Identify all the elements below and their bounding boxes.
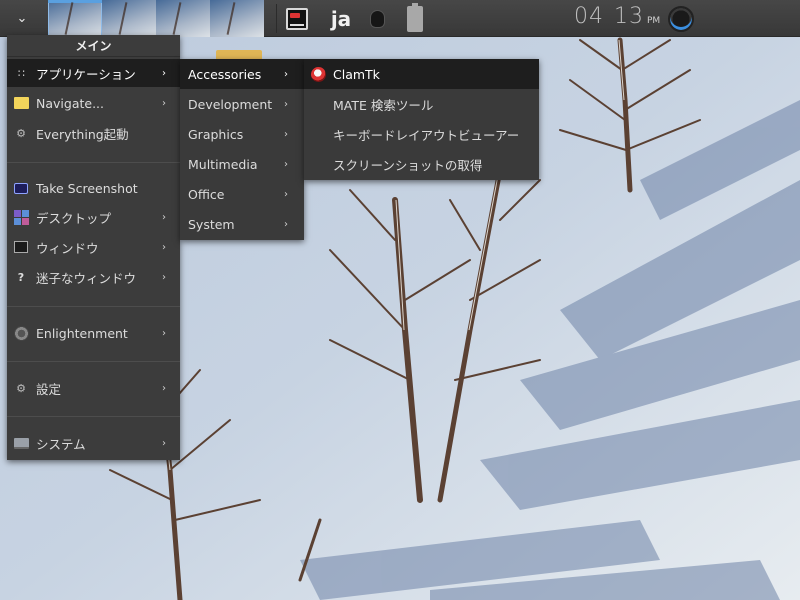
- lightbulb-gadget[interactable]: [364, 0, 390, 37]
- clamtk-icon: [310, 66, 326, 82]
- menu-item-label: System: [188, 216, 235, 232]
- menu-item-label: Enlightenment: [36, 325, 128, 341]
- enlightenment-icon: [13, 325, 29, 341]
- submenu-arrow-icon: ›: [162, 211, 166, 223]
- chevron-down-icon: ⌄: [16, 11, 28, 26]
- submenu-arrow-icon: ›: [284, 218, 288, 230]
- pager-desk-2[interactable]: [102, 0, 156, 37]
- submenu-arrow-icon: ›: [284, 188, 288, 200]
- terminal-launcher[interactable]: [280, 0, 314, 37]
- top-shelf: ⌄ ja 04 13 PM: [0, 0, 800, 37]
- clock-hour: 04: [574, 4, 604, 29]
- window-icon: [13, 239, 29, 255]
- battery-icon: [407, 2, 423, 32]
- menu-item-mate-search-tool[interactable]: MATE 検索ツール: [304, 89, 539, 119]
- submenu-arrow-icon: ›: [162, 271, 166, 283]
- submenu-arrow-icon: ›: [162, 437, 166, 449]
- menu-item-graphics[interactable]: Graphics ›: [180, 119, 304, 149]
- submenu-arrow-icon: ›: [284, 158, 288, 170]
- main-menu: メイン ∷ アプリケーション › Navigate... › ⚙ Everyth…: [7, 35, 180, 460]
- menu-item-label: Office: [188, 186, 225, 202]
- pager-desk-1[interactable]: [48, 0, 102, 37]
- submenu-arrow-icon: ›: [162, 382, 166, 394]
- menu-item-label: アプリケーション: [36, 66, 136, 82]
- menu-item-label: Graphics: [188, 126, 244, 142]
- apps-icon: ∷: [18, 66, 25, 80]
- menu-item-accessories[interactable]: Accessories ›: [180, 59, 304, 89]
- menu-item-office[interactable]: Office ›: [180, 179, 304, 209]
- menu-item-label: Development: [188, 96, 273, 112]
- submenu-arrow-icon: ›: [162, 327, 166, 339]
- submenu-arrow-icon: ›: [162, 67, 166, 79]
- menu-item-label: キーボードレイアウトビューアー: [333, 127, 520, 143]
- menu-separator: [7, 416, 180, 417]
- shelf-divider: [276, 4, 277, 33]
- settings-icon: ⚙: [16, 381, 26, 395]
- menu-item-label: Multimedia: [188, 156, 258, 172]
- main-menu-title: メイン: [7, 35, 180, 57]
- menu-separator: [7, 306, 180, 307]
- applications-submenu: Accessories › Development › Graphics › M…: [180, 59, 304, 240]
- lightbulb-icon: [370, 10, 384, 27]
- clock-ampm: PM: [647, 16, 661, 26]
- menu-item-system[interactable]: システム ›: [7, 429, 180, 457]
- menu-item-label: 設定: [36, 381, 62, 397]
- battery-gadget[interactable]: [402, 0, 428, 37]
- menu-item-label: Take Screenshot: [36, 180, 138, 196]
- menu-item-keyboard-layout-viewer[interactable]: キーボードレイアウトビューアー: [304, 119, 539, 149]
- menu-item-windows[interactable]: ウィンドウ ›: [7, 233, 180, 261]
- lost-window-icon: ?: [17, 270, 25, 284]
- start-button[interactable]: ⌄: [0, 0, 44, 37]
- menu-item-label: ウィンドウ: [36, 240, 99, 256]
- menu-item-lost-windows[interactable]: ? 迷子なウィンドウ ›: [7, 263, 180, 291]
- menu-item-settings[interactable]: ⚙ 設定 ›: [7, 374, 180, 402]
- submenu-arrow-icon: ›: [284, 98, 288, 110]
- menu-item-label: MATE 検索ツール: [333, 97, 434, 113]
- accessories-submenu: ClamTk MATE 検索ツール キーボードレイアウトビューアー スクリーンシ…: [304, 59, 539, 180]
- submenu-arrow-icon: ›: [162, 241, 166, 253]
- enlightenment-button[interactable]: [662, 0, 700, 37]
- desktop-icon: [13, 209, 29, 225]
- virtual-desktop-pager[interactable]: [48, 0, 264, 37]
- menu-separator: [7, 162, 180, 163]
- terminal-icon: [286, 7, 308, 30]
- language-indicator[interactable]: ja: [324, 0, 358, 37]
- submenu-arrow-icon: ›: [284, 128, 288, 140]
- pager-desk-3[interactable]: [156, 0, 210, 37]
- submenu-arrow-icon: ›: [162, 97, 166, 109]
- folder-icon: [13, 95, 29, 111]
- menu-item-desktop[interactable]: デスクトップ ›: [7, 203, 180, 231]
- menu-item-development[interactable]: Development ›: [180, 89, 304, 119]
- menu-item-clamtk[interactable]: ClamTk: [304, 59, 539, 89]
- menu-item-take-screenshot-app[interactable]: スクリーンショットの取得: [304, 149, 539, 179]
- menu-item-everything[interactable]: ⚙ Everything起動: [7, 119, 180, 147]
- menu-item-label: デスクトップ: [36, 210, 112, 226]
- menu-item-label: ClamTk: [333, 66, 380, 82]
- pager-desk-4[interactable]: [210, 0, 264, 37]
- menu-separator: [7, 361, 180, 362]
- camera-icon: [13, 180, 29, 196]
- menu-item-label: Navigate...: [36, 95, 104, 111]
- clock-minute: 13: [614, 4, 644, 29]
- menu-item-label: スクリーンショットの取得: [333, 157, 483, 173]
- menu-item-enlightenment[interactable]: Enlightenment ›: [7, 319, 180, 347]
- menu-item-label: Accessories: [188, 66, 262, 82]
- menu-item-navigate[interactable]: Navigate... ›: [7, 89, 180, 117]
- menu-item-multimedia[interactable]: Multimedia ›: [180, 149, 304, 179]
- menu-item-take-screenshot[interactable]: Take Screenshot: [7, 174, 180, 202]
- menu-item-label: システム: [36, 436, 86, 452]
- menu-item-applications[interactable]: ∷ アプリケーション ›: [7, 59, 180, 87]
- clock[interactable]: 04 13 PM: [574, 4, 660, 32]
- system-icon: [13, 435, 29, 451]
- menu-item-label: 迷子なウィンドウ: [36, 270, 137, 286]
- menu-item-system-apps[interactable]: System ›: [180, 209, 304, 239]
- menu-item-label: Everything起動: [36, 126, 129, 142]
- enlightenment-logo-icon: [668, 5, 694, 32]
- gear-icon: ⚙: [16, 126, 26, 140]
- submenu-arrow-icon: ›: [284, 68, 288, 80]
